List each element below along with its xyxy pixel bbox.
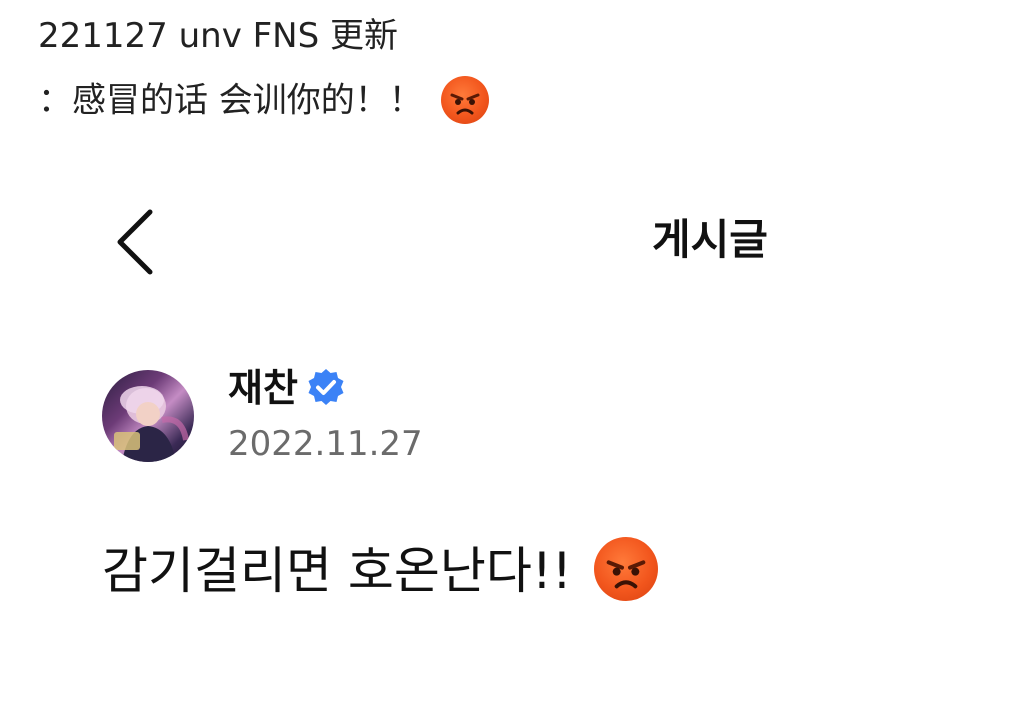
caption-line-1: 221127 unv FNS 更新 xyxy=(38,14,398,58)
author-name[interactable]: 재찬 xyxy=(228,366,298,410)
caption-text-2: ：感冒的话 会训你的！！ xyxy=(38,80,423,121)
angry-face-icon xyxy=(593,536,658,601)
page-title: 게시글 xyxy=(652,215,768,264)
avatar[interactable] xyxy=(102,370,194,462)
back-button[interactable] xyxy=(110,206,160,278)
angry-face-icon xyxy=(440,76,489,124)
post-text: 감기걸리면 호온난다!! xyxy=(102,542,572,600)
verified-badge-icon xyxy=(306,367,346,407)
post-body: 감기걸리면 호온난다!! xyxy=(102,536,658,607)
author-name-row: 재찬 xyxy=(228,362,346,414)
caption-line-2: ：感冒的话 会训你的！！ xyxy=(38,76,489,126)
post-date: 2022.11.27 xyxy=(228,424,423,464)
chevron-left-icon xyxy=(117,209,153,275)
caption-text-1: 221127 unv FNS 更新 xyxy=(38,16,399,56)
